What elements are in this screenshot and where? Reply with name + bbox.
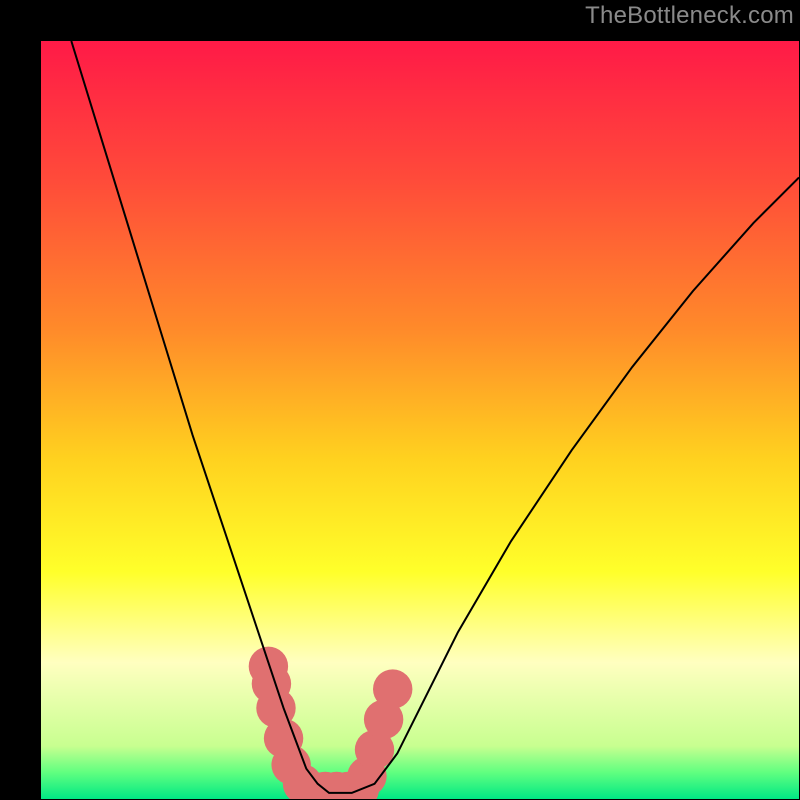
data-marker	[373, 669, 412, 708]
chart-background	[41, 41, 799, 799]
watermark-text: TheBottleneck.com	[585, 2, 794, 30]
chart-frame	[20, 20, 780, 780]
bottleneck-chart	[41, 41, 799, 799]
